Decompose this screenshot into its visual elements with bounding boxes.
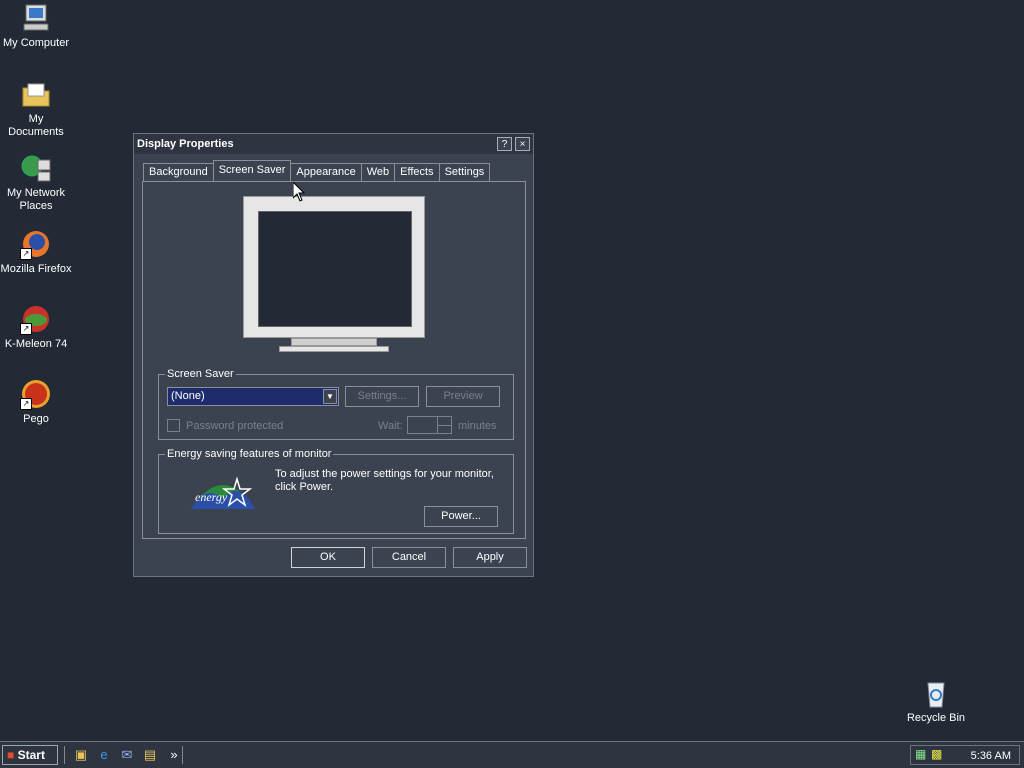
- system-tray: ▦ ▩ 5:36 AM: [910, 745, 1020, 765]
- shortcut-arrow-icon: ↗: [20, 323, 32, 335]
- show-desktop-icon[interactable]: ▣: [73, 747, 89, 763]
- desktop-icon-k-meleon[interactable]: ↗ K-Meleon 74: [0, 303, 72, 351]
- internet-explorer-icon[interactable]: e: [96, 747, 112, 763]
- firefox-icon: ↗: [20, 228, 52, 260]
- tab-settings[interactable]: Settings: [438, 163, 491, 181]
- computer-icon: [20, 2, 52, 34]
- energy-star-logo: energy: [187, 469, 259, 511]
- start-label: Start: [17, 748, 45, 762]
- outlook-express-icon[interactable]: ✉: [119, 747, 135, 763]
- pego-icon: ↗: [20, 378, 52, 410]
- energy-description: To adjust the power settings for your mo…: [275, 468, 494, 493]
- desktop-icon-label: K-Meleon 74: [4, 338, 68, 350]
- power-button[interactable]: Power...: [424, 506, 498, 527]
- desktop-icon-my-network-places[interactable]: My Network Places: [0, 152, 72, 213]
- tab-strip: Background Screen Saver Appearance Web E…: [143, 160, 491, 182]
- shortcut-arrow-icon: ↗: [20, 248, 32, 260]
- minutes-label: minutes: [458, 420, 497, 432]
- start-button[interactable]: ■ Start: [2, 745, 58, 765]
- cancel-button[interactable]: Cancel: [372, 547, 446, 568]
- desktop-icon-recycle-bin[interactable]: Recycle Bin: [900, 677, 972, 725]
- spin-up-icon[interactable]: [437, 417, 451, 426]
- group-label: Screen Saver: [167, 368, 234, 380]
- screen-saver-select[interactable]: (None) ▼: [167, 387, 339, 406]
- desktop-icon-my-computer[interactable]: My Computer: [0, 2, 72, 50]
- window-title: Display Properties: [137, 138, 234, 150]
- network-tray-icon[interactable]: ▦: [915, 747, 926, 761]
- k-meleon-icon: ↗: [20, 303, 52, 335]
- tab-appearance[interactable]: Appearance: [290, 163, 362, 181]
- folder-icon: [20, 78, 52, 110]
- windows-explorer-icon[interactable]: ▤: [142, 747, 158, 763]
- chevron-down-icon[interactable]: ▼: [323, 389, 337, 404]
- energy-logo-text: energy: [195, 490, 228, 504]
- title-bar[interactable]: Display Properties ? ×: [134, 134, 533, 154]
- recycle-bin-icon: [920, 677, 952, 709]
- energy-star-icon: energy: [191, 476, 255, 509]
- monitor-screen: [258, 211, 412, 327]
- desktop-icon-my-documents[interactable]: My Documents: [0, 78, 72, 139]
- password-checkbox[interactable]: [167, 419, 180, 432]
- desktop-icon-pego[interactable]: ↗ Pego: [0, 378, 72, 426]
- tab-panel: Screen Saver (None) ▼ Settings... Previe…: [142, 181, 526, 539]
- safely-remove-icon[interactable]: ▩: [931, 747, 942, 761]
- quick-launch-separator: [64, 746, 67, 764]
- desktop-icon-label: My Network Places: [6, 187, 66, 212]
- desktop-icon-label: Mozilla Firefox: [0, 263, 72, 275]
- password-label: Password protected: [186, 420, 284, 432]
- apply-button[interactable]: Apply: [453, 547, 527, 568]
- group-label: Energy saving features of monitor: [167, 448, 332, 460]
- mouse-cursor-icon: [293, 182, 305, 202]
- monitor-stand: [291, 338, 377, 346]
- desktop-icon-mozilla-firefox[interactable]: ↗ Mozilla Firefox: [0, 228, 72, 276]
- clock[interactable]: 5:36 AM: [971, 750, 1011, 762]
- ok-button[interactable]: OK: [291, 547, 365, 568]
- desktop-icon-label: My Computer: [2, 37, 70, 49]
- taskbar: ■ Start ▣ e ✉ ▤ » ▦ ▩ 5:36 AM: [0, 741, 1024, 768]
- desktop-icon-label: My Documents: [8, 113, 64, 138]
- tab-effects[interactable]: Effects: [394, 163, 440, 181]
- settings-button[interactable]: Settings...: [345, 386, 419, 407]
- desktop-icon-label: Pego: [23, 413, 49, 425]
- quick-launch-chevron[interactable]: »: [166, 747, 182, 763]
- monitor-base: [279, 346, 389, 352]
- shortcut-arrow-icon: ↗: [20, 398, 32, 410]
- monitor-preview: [243, 196, 425, 338]
- spin-down-icon[interactable]: [437, 426, 451, 433]
- wait-stepper[interactable]: [407, 416, 452, 434]
- close-button[interactable]: ×: [515, 137, 530, 151]
- preview-button[interactable]: Preview: [426, 386, 500, 407]
- wait-label: Wait:: [378, 420, 403, 432]
- display-properties-window: Display Properties ? × Background Screen…: [133, 133, 534, 577]
- taskbar-separator: [182, 746, 185, 764]
- tab-background[interactable]: Background: [143, 163, 214, 181]
- network-icon: [20, 152, 52, 184]
- windows-logo-icon: ■: [7, 748, 15, 762]
- help-button[interactable]: ?: [497, 137, 512, 151]
- tab-screen-saver[interactable]: Screen Saver: [212, 160, 292, 182]
- desktop-icon-label: Recycle Bin: [906, 712, 966, 724]
- tab-web[interactable]: Web: [360, 163, 396, 181]
- screen-saver-selected: (None): [171, 390, 205, 402]
